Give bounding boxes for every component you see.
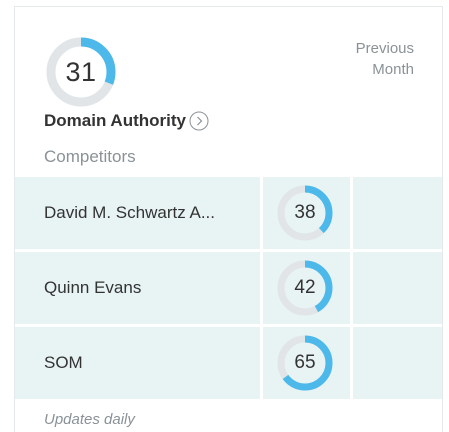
chevron-right-circle-icon[interactable] [189, 111, 209, 131]
title-row: Domain Authority [44, 111, 209, 131]
competitor-row: SOM 65 [15, 327, 442, 402]
competitor-previous-cell [353, 252, 442, 324]
competitor-score: 42 [294, 277, 316, 298]
competitor-score-cell: 38 [260, 177, 353, 249]
competitor-name: David M. Schwartz A... [44, 203, 215, 222]
competitor-score-cell: 42 [260, 252, 353, 324]
competitor-score: 65 [294, 352, 316, 373]
competitor-row: Quinn Evans 42 [15, 252, 442, 327]
previous-month-label-line1: Previous [355, 40, 414, 57]
card-title: Domain Authority [44, 111, 186, 130]
domain-authority-value: 31 [65, 56, 97, 87]
competitor-previous-cell [353, 327, 442, 399]
competitor-previous-cell [353, 177, 442, 249]
competitors-label: Competitors [44, 147, 136, 166]
competitor-name: SOM [44, 353, 83, 372]
previous-month-label-line2: Month [372, 61, 414, 78]
competitor-name: Quinn Evans [44, 278, 142, 297]
competitor-row: David M. Schwartz A... 38 [15, 177, 442, 252]
competitor-score: 38 [294, 202, 316, 223]
competitor-score-cell: 65 [260, 327, 353, 399]
update-frequency-note: Updates daily [44, 411, 135, 428]
domain-authority-gauge: 31 [44, 35, 118, 109]
competitor-list: David M. Schwartz A... 38 Quinn Evans 42 [15, 177, 442, 402]
previous-month-label: Previous Month [324, 38, 414, 80]
domain-authority-card: 31 Previous Month Domain Authority Compe… [14, 6, 443, 432]
